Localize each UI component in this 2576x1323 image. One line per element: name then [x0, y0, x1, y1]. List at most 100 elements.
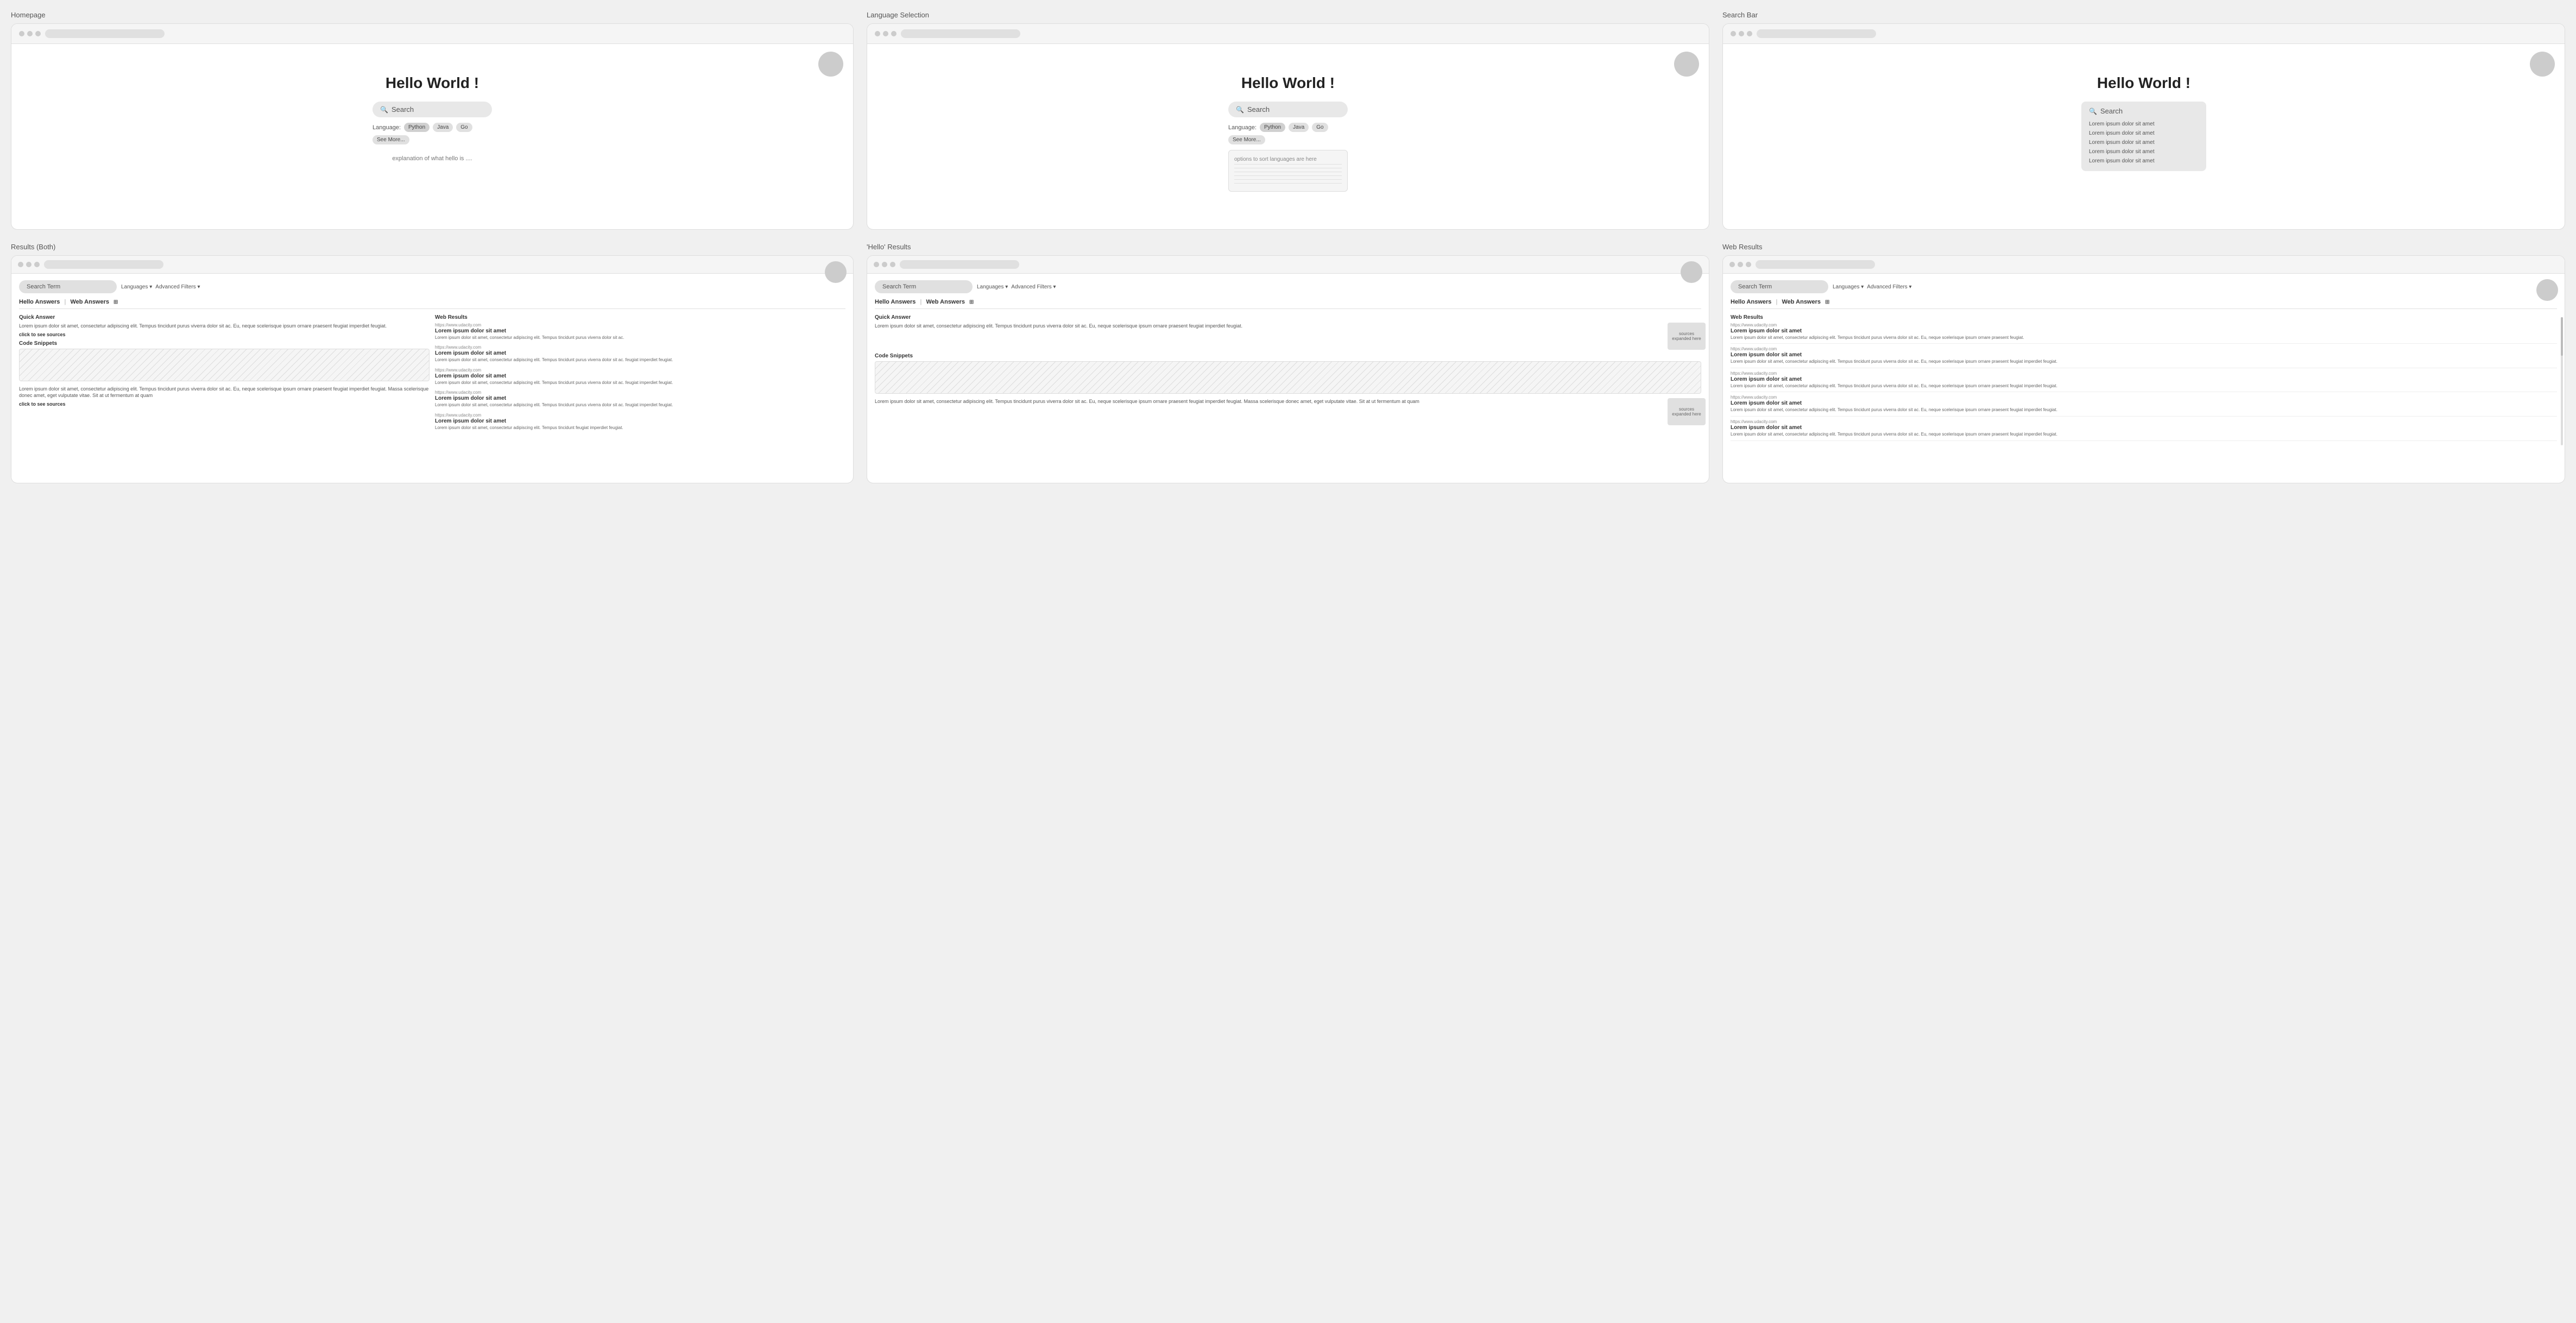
web-result-title-1[interactable]: Lorem ipsum dolor sit amet [1731, 328, 2557, 334]
web-result-title-3[interactable]: Lorem ipsum dolor sit amet [1731, 376, 2557, 382]
results-both-section: Results (Both) Search Term Languages ▾ A… [11, 243, 854, 483]
autocomplete-item-4[interactable]: Lorem ipsum dolor sit amet [2089, 147, 2199, 156]
languages-filter[interactable]: Languages ▾ [1833, 284, 1864, 290]
tab-hello-answers[interactable]: Hello Answers [1731, 299, 1771, 305]
search-placeholder: Search [392, 105, 414, 114]
search-icon: 🔍 [2089, 108, 2097, 115]
search-bar-section: Search Bar Hello World ! 🔍 Search [1722, 11, 2565, 230]
hello-heading: Hello World ! [20, 74, 844, 92]
tabs-row: Hello Answers | Web Answers ⊞ [1731, 299, 2557, 309]
hello-heading: Hello World ! [876, 74, 1700, 92]
click-to-see-sources[interactable]: click to see sources [19, 332, 430, 337]
tab-web-answers[interactable]: Web Answers [1782, 299, 1821, 305]
dot-green [34, 262, 40, 267]
dropdown-option-4[interactable] [1234, 176, 1342, 180]
autocomplete-item-2[interactable]: Lorem ipsum dolor sit amet [2089, 129, 2199, 138]
web-result-title-5[interactable]: Lorem ipsum dolor sit amet [1731, 425, 2557, 431]
web-result-title-4[interactable]: Lorem ipsum dolor sit amet [1731, 400, 2557, 406]
web-result-title-1[interactable]: Lorem ipsum dolor sit amet [435, 328, 845, 334]
homepage-label: Homepage [11, 11, 854, 19]
dropdown-option-5[interactable] [1234, 180, 1342, 184]
web-result-1: https://www.udacity.com Lorem ipsum dolo… [435, 323, 845, 341]
web-result-desc-2: Lorem ipsum dolor sit amet, consectetur … [435, 357, 845, 363]
scrollbar[interactable] [2561, 317, 2563, 445]
browser-dots [874, 262, 895, 267]
web-result-title-4[interactable]: Lorem ipsum dolor sit amet [435, 395, 845, 401]
languages-filter[interactable]: Languages ▾ [977, 284, 1008, 290]
web-result-title-5[interactable]: Lorem ipsum dolor sit amet [435, 418, 845, 424]
lang-see-more[interactable]: See More... [372, 135, 409, 144]
dot-red [19, 31, 24, 36]
advanced-filters[interactable]: Advanced Filters ▾ [1867, 284, 1911, 290]
results-search-input[interactable]: Search Term [875, 280, 973, 293]
language-label: Language: [1228, 124, 1257, 131]
lang-go[interactable]: Go [456, 123, 472, 132]
bottom-lorem-text: Lorem ipsum dolor sit amet, consectetur … [19, 386, 430, 399]
autocomplete-item-5[interactable]: Lorem ipsum dolor sit amet [2089, 156, 2199, 166]
lang-python[interactable]: Python [404, 123, 430, 132]
hello-results-label: 'Hello' Results [867, 243, 1709, 251]
browser-chrome-results-both [11, 256, 853, 274]
tab-web-answers[interactable]: Web Answers [926, 299, 965, 305]
scrollbar-thumb[interactable] [2561, 317, 2563, 356]
results-search-input[interactable]: Search Term [19, 280, 117, 293]
dropdown-option-6[interactable] [1234, 184, 1342, 187]
lang-java[interactable]: Java [433, 123, 453, 132]
web-result-title-2[interactable]: Lorem ipsum dolor sit amet [435, 350, 845, 356]
explanation-text: explanation of what hello is .... [20, 155, 844, 162]
homepage-search-bar[interactable]: 🔍 Search [372, 102, 492, 117]
web-results-title: Web Results [435, 314, 845, 320]
lang-see-more[interactable]: See More... [1228, 135, 1265, 144]
results-search-input[interactable]: Search Term [1731, 280, 1828, 293]
hello-results-layout: Lorem ipsum dolor sit amet, consectetur … [875, 323, 1701, 350]
quick-answer-text: Lorem ipsum dolor sit amet, consectetur … [875, 323, 1659, 330]
autocomplete-item-1[interactable]: Lorem ipsum dolor sit amet [2089, 119, 2199, 129]
layout-icon[interactable]: ⊞ [113, 299, 118, 305]
langsel-search-bar[interactable]: 🔍 Search [1228, 102, 1348, 117]
web-result-2: https://www.udacity.com Lorem ipsum dolo… [1731, 346, 2557, 368]
code-snippet-image [19, 349, 430, 381]
autocomplete-item-3[interactable]: Lorem ipsum dolor sit amet [2089, 138, 2199, 147]
tab-web-answers[interactable]: Web Answers [70, 299, 109, 305]
url-bar [1756, 260, 1875, 269]
dropdown-option-3[interactable] [1234, 172, 1342, 176]
homepage-section: Homepage Hello World ! 🔍 Search Languag [11, 11, 854, 230]
url-bar [901, 29, 1020, 38]
languages-filter[interactable]: Languages ▾ [121, 284, 152, 290]
quick-answer-section: Quick Answer Lorem ipsum dolor sit amet,… [875, 314, 1701, 425]
lang-go[interactable]: Go [1312, 123, 1328, 132]
web-results-body: Search Term Languages ▾ Advanced Filters… [1723, 274, 2565, 451]
layout-icon[interactable]: ⊞ [1825, 299, 1829, 305]
hello-heading: Hello World ! [1732, 74, 2556, 92]
web-result-desc-4: Lorem ipsum dolor sit amet, consectetur … [1731, 407, 2557, 413]
results-search-row: Search Term Languages ▾ Advanced Filters… [1731, 280, 2557, 293]
web-result-url-3: https://www.udacity.com [435, 368, 845, 373]
hello-main-content: Lorem ipsum dolor sit amet, consectetur … [875, 323, 1659, 350]
advanced-filters[interactable]: Advanced Filters ▾ [1011, 284, 1056, 290]
dropdown-option-1[interactable] [1234, 165, 1342, 168]
avatar [2536, 279, 2558, 301]
lang-python[interactable]: Python [1260, 123, 1285, 132]
dot-green [1746, 262, 1751, 267]
web-result-desc-2: Lorem ipsum dolor sit amet, consectetur … [1731, 359, 2557, 364]
quick-answer-title: Quick Answer [875, 314, 1701, 320]
avatar [1674, 52, 1699, 77]
tab-hello-answers[interactable]: Hello Answers [19, 299, 60, 305]
results-both-label: Results (Both) [11, 243, 854, 251]
avatar [2530, 52, 2555, 77]
browser-chrome-homepage [11, 24, 853, 44]
web-result-title-2[interactable]: Lorem ipsum dolor sit amet [1731, 352, 2557, 358]
language-selection-body: Hello World ! 🔍 Search Language: Python … [867, 44, 1709, 206]
search-bar-frame: Hello World ! 🔍 Search Lorem ipsum dolor… [1722, 23, 2565, 230]
layout-icon[interactable]: ⊞ [969, 299, 974, 305]
web-result-desc-3: Lorem ipsum dolor sit amet, consectetur … [1731, 383, 2557, 389]
language-dropdown[interactable]: options to sort languages are here [1228, 150, 1348, 192]
click-to-see-sources-2[interactable]: click to see sources [19, 401, 430, 407]
advanced-filters[interactable]: Advanced Filters ▾ [155, 284, 200, 290]
lang-java[interactable]: Java [1289, 123, 1309, 132]
tab-hello-answers[interactable]: Hello Answers [875, 299, 916, 305]
dot-yellow [26, 262, 31, 267]
dropdown-option-2[interactable] [1234, 168, 1342, 172]
web-result-url-5: https://www.udacity.com [435, 413, 845, 418]
web-result-title-3[interactable]: Lorem ipsum dolor sit amet [435, 373, 845, 379]
